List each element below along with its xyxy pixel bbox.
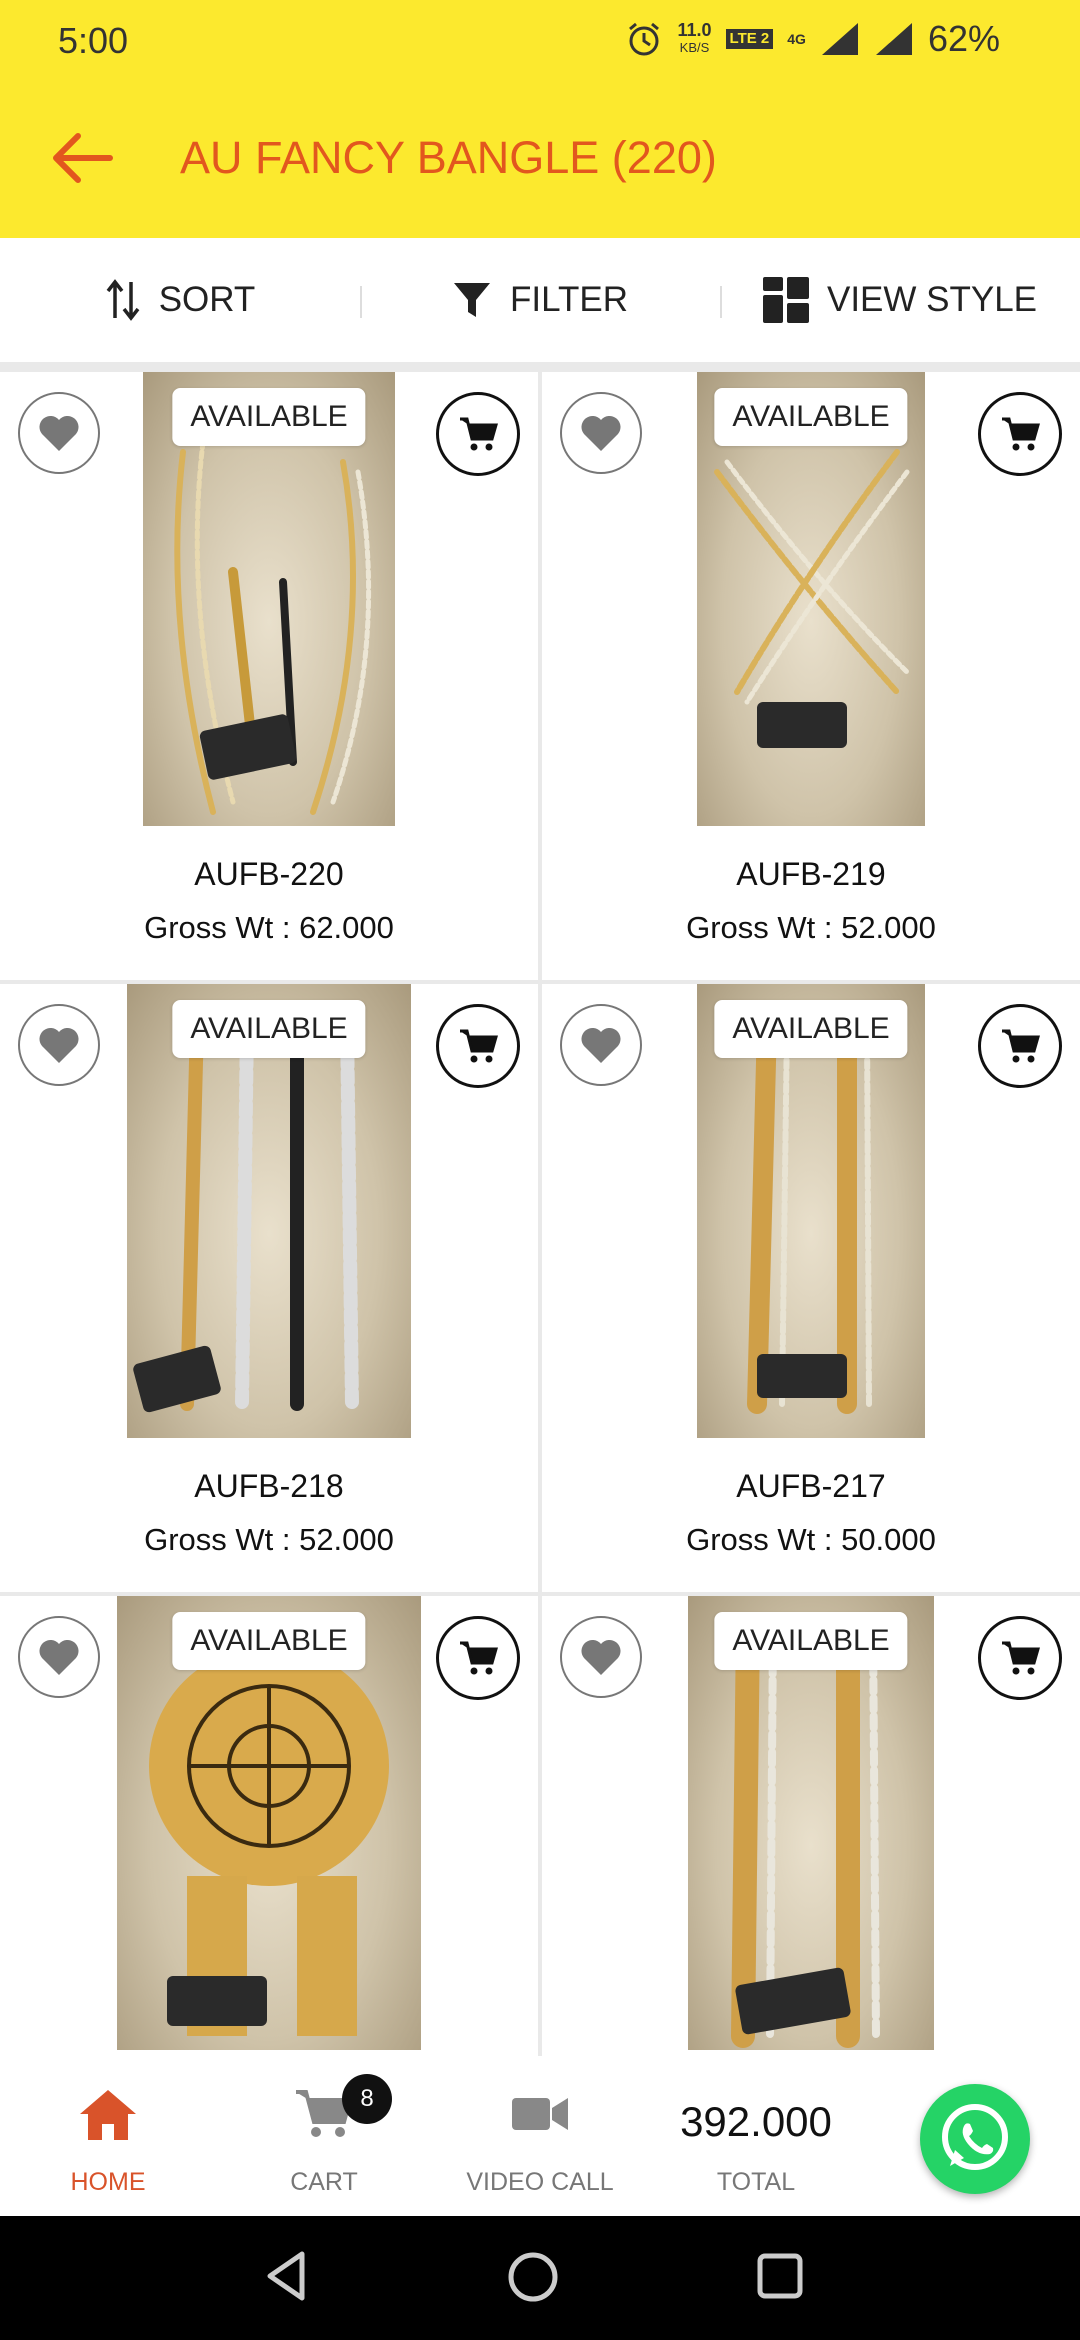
nav-video-call[interactable]: VIDEO CALL bbox=[440, 2056, 640, 2216]
home-circle-icon[interactable] bbox=[504, 2248, 562, 2306]
gross-weight: Gross Wt : 62.000 bbox=[144, 910, 394, 945]
status-icons: 11.0 KB/S LTE 2 4G 62% bbox=[625, 18, 1000, 60]
toolbar: SORT FILTER VIEW STYLE bbox=[0, 238, 1080, 362]
favorite-button[interactable] bbox=[560, 392, 642, 474]
favorite-button[interactable] bbox=[560, 1616, 642, 1698]
signal-icon-2 bbox=[875, 23, 912, 55]
battery-percent: 62% bbox=[927, 18, 1000, 59]
cart-icon bbox=[460, 1641, 498, 1675]
nav-home-label: HOME bbox=[70, 2168, 146, 2196]
heart-icon bbox=[581, 1027, 621, 1063]
total-value: 392.000 bbox=[680, 2098, 832, 2145]
sort-icon bbox=[106, 279, 140, 321]
product-card[interactable]: AVAILABLE AUFB-220 Gross Wt : 62.000 bbox=[0, 372, 538, 980]
filter-label: FILTER bbox=[510, 280, 628, 319]
network-type: 4G bbox=[787, 31, 806, 47]
page-title: AU FANCY BANGLE (220) bbox=[180, 132, 717, 183]
heart-icon bbox=[581, 1639, 621, 1675]
add-to-cart-button[interactable] bbox=[978, 392, 1062, 476]
sort-label: SORT bbox=[158, 280, 256, 319]
grid-view-icon bbox=[762, 277, 809, 323]
availability-badge: AVAILABLE bbox=[714, 1000, 908, 1058]
whatsapp-icon bbox=[942, 2104, 1008, 2170]
nav-cart-label: CART bbox=[290, 2168, 358, 2196]
product-card[interactable]: AVAILABLE AUFB-219 Gross Wt : 52.000 bbox=[542, 372, 1080, 980]
product-code: AUFB-218 bbox=[194, 1468, 344, 1504]
total-label: TOTAL bbox=[716, 2168, 796, 2196]
product-code: AUFB-217 bbox=[736, 1468, 886, 1504]
cart-icon bbox=[460, 1029, 498, 1063]
network-speed: 11.0 KB/S bbox=[677, 21, 711, 57]
favorite-button[interactable] bbox=[18, 1004, 100, 1086]
heart-icon bbox=[39, 415, 79, 451]
nav-video-call-label: VIDEO CALL bbox=[466, 2168, 614, 2196]
gross-weight: Gross Wt : 50.000 bbox=[686, 1522, 936, 1557]
volte-badge: LTE 2 bbox=[725, 29, 774, 49]
favorite-button[interactable] bbox=[18, 1616, 100, 1698]
signal-icon bbox=[821, 23, 858, 55]
cart-icon bbox=[1002, 417, 1040, 451]
view-style-button[interactable]: VIEW STYLE bbox=[720, 238, 1080, 362]
availability-badge: AVAILABLE bbox=[172, 1000, 366, 1058]
home-icon bbox=[80, 2090, 136, 2140]
recents-square-icon[interactable] bbox=[754, 2248, 806, 2304]
availability-badge: AVAILABLE bbox=[172, 1612, 366, 1670]
heart-icon bbox=[39, 1027, 79, 1063]
alarm-icon bbox=[629, 22, 660, 56]
cart-count-badge: 8 bbox=[342, 2074, 392, 2124]
app-header: 5:00 11.0 KB/S LTE 2 4G 62% AU FANCY BAN… bbox=[0, 0, 1080, 238]
system-nav-bar bbox=[0, 2216, 1080, 2340]
add-to-cart-button[interactable] bbox=[978, 1004, 1062, 1088]
nav-total: 392.000 TOTAL bbox=[656, 2056, 856, 2216]
bottom-nav: HOME 8 CART VIDEO CALL 392.000 TOTAL bbox=[0, 2056, 1080, 2216]
whatsapp-button[interactable] bbox=[920, 2084, 1030, 2194]
product-code: AUFB-220 bbox=[194, 856, 344, 892]
view-style-label: VIEW STYLE bbox=[826, 280, 1038, 319]
product-code: AUFB-219 bbox=[736, 856, 886, 892]
add-to-cart-button[interactable] bbox=[436, 392, 520, 476]
status-time: 5:00 bbox=[58, 20, 129, 61]
cart-icon bbox=[1002, 1641, 1040, 1675]
gross-weight: Gross Wt : 52.000 bbox=[144, 1522, 394, 1557]
product-card[interactable]: AVAILABLE AUFB-218 Gross Wt : 52.000 bbox=[0, 984, 538, 1592]
cart-icon bbox=[460, 417, 498, 451]
gross-weight: Gross Wt : 52.000 bbox=[686, 910, 936, 945]
filter-button[interactable]: FILTER bbox=[360, 238, 720, 362]
availability-badge: AVAILABLE bbox=[172, 388, 366, 446]
cart-icon bbox=[1002, 1029, 1040, 1063]
network-speed-value: 11.0 bbox=[677, 20, 712, 40]
add-to-cart-button[interactable] bbox=[978, 1616, 1062, 1700]
network-speed-unit: KB/S bbox=[679, 40, 710, 55]
favorite-button[interactable] bbox=[18, 392, 100, 474]
heart-icon bbox=[581, 415, 621, 451]
filter-icon bbox=[454, 283, 490, 317]
availability-badge: AVAILABLE bbox=[714, 388, 908, 446]
favorite-button[interactable] bbox=[560, 1004, 642, 1086]
availability-badge: AVAILABLE bbox=[714, 1612, 908, 1670]
sort-button[interactable]: SORT bbox=[0, 238, 360, 362]
back-arrow-icon[interactable] bbox=[46, 128, 116, 188]
product-grid: AVAILABLE AUFB-220 Gross Wt : 62.000 AVA… bbox=[0, 372, 1080, 2276]
add-to-cart-button[interactable] bbox=[436, 1004, 520, 1088]
product-card[interactable]: AVAILABLE AUFB-217 Gross Wt : 50.000 bbox=[542, 984, 1080, 1592]
back-triangle-icon[interactable] bbox=[258, 2248, 314, 2304]
nav-cart[interactable]: 8 CART bbox=[224, 2056, 424, 2216]
video-camera-icon bbox=[512, 2098, 568, 2130]
heart-icon bbox=[39, 1639, 79, 1675]
add-to-cart-button[interactable] bbox=[436, 1616, 520, 1700]
nav-home[interactable]: HOME bbox=[8, 2056, 208, 2216]
